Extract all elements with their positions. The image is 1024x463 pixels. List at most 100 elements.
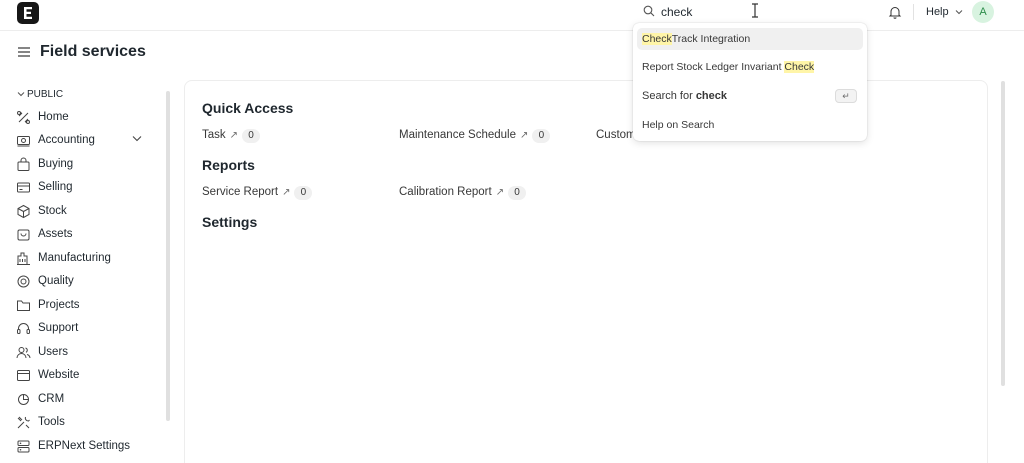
erpnext-logo-icon xyxy=(24,7,32,19)
report-label: Service Report xyxy=(202,186,279,198)
sidebar-section-public[interactable]: PUBLIC xyxy=(17,89,63,100)
sidebar-item-label: Accounting xyxy=(38,134,95,146)
count-badge: 0 xyxy=(242,129,261,143)
sidebar-item-erpnext-settings[interactable]: ERPNext Settings xyxy=(16,438,150,456)
sidebar-item-label: Manufacturing xyxy=(38,252,111,264)
tools-icon xyxy=(17,416,30,429)
sidebar-item-selling[interactable]: Selling xyxy=(16,179,150,197)
sidebar-item-crm[interactable]: CRM xyxy=(16,391,150,409)
report-calibration-report[interactable]: Calibration Report ↗ 0 xyxy=(399,186,527,202)
help-label: Help xyxy=(926,6,949,18)
count-badge: 0 xyxy=(532,129,551,143)
count-badge: 0 xyxy=(294,186,313,200)
home-icon xyxy=(17,111,30,124)
arrow-up-right-icon: ↗ xyxy=(282,187,291,198)
support-icon xyxy=(17,323,30,334)
search-result-text: Report Stock Ledger Invariant xyxy=(642,61,785,73)
help-on-search-item[interactable]: Help on Search xyxy=(637,114,863,136)
users-icon xyxy=(16,347,31,359)
crm-icon xyxy=(18,393,30,405)
chevron-down-icon xyxy=(955,10,963,15)
arrow-up-right-icon: ↗ xyxy=(520,130,529,141)
sidebar-item-label: Website xyxy=(38,369,80,381)
notification-bell-icon[interactable] xyxy=(888,5,902,19)
sidebar-item-label: Buying xyxy=(38,158,74,170)
settings-title: Settings xyxy=(202,214,258,230)
sidebar-item-label: CRM xyxy=(38,393,65,405)
count-badge: 0 xyxy=(508,186,527,200)
search-result-checktrack-integration[interactable]: CheckTrack Integration xyxy=(637,28,863,50)
search-icon xyxy=(643,5,655,17)
sidebar-item-tools[interactable]: Tools xyxy=(16,414,150,432)
navbar-divider xyxy=(913,4,914,20)
page-title: Field services xyxy=(40,43,146,60)
sidebar-item-projects[interactable]: Projects xyxy=(16,297,150,315)
manufacturing-icon xyxy=(17,252,30,265)
workspace-card: Quick Access Task ↗ 0 Maintenance Schedule… xyxy=(184,80,988,463)
sidebar-item-accounting[interactable]: Accounting xyxy=(16,132,150,150)
assets-icon xyxy=(17,229,30,241)
help-on-search-label: Help on Search xyxy=(642,119,715,131)
search-for-prefix: Search for xyxy=(642,90,696,102)
sidebar-item-label: Tools xyxy=(38,416,65,428)
search-result-text: Track Integration xyxy=(671,33,751,45)
sidebar-item-label: Home xyxy=(38,111,69,123)
sidebar-item-stock[interactable]: Stock xyxy=(16,203,150,221)
shortcut-maintenance-schedule[interactable]: Maintenance Schedule ↗ 0 xyxy=(399,129,551,145)
sidebar-item-label: Users xyxy=(38,346,69,358)
shortcut-label: Task xyxy=(202,129,226,141)
sidebar-item-label: Assets xyxy=(38,228,73,240)
sidebar-item-label: Quality xyxy=(38,275,74,287)
sidebar-item-label: Projects xyxy=(38,299,80,311)
report-service-report[interactable]: Service Report ↗ 0 xyxy=(202,186,313,202)
awesomebar[interactable] xyxy=(633,0,867,24)
quality-icon xyxy=(17,275,30,288)
search-results-dropdown: CheckTrack Integration Report Stock Ledg… xyxy=(633,23,867,141)
main-scrollbar[interactable] xyxy=(1001,81,1005,386)
help-dropdown[interactable]: Help xyxy=(926,6,963,18)
sidebar-item-website[interactable]: Website xyxy=(16,367,150,385)
shortcut-custom[interactable]: Custom xyxy=(596,129,636,145)
accounting-icon xyxy=(17,136,30,147)
sidebar-item-manufacturing[interactable]: Manufacturing xyxy=(16,250,150,268)
reports-title: Reports xyxy=(202,157,255,173)
search-match-highlight: Check xyxy=(784,61,815,73)
navbar: Help A xyxy=(0,0,1024,31)
app-logo[interactable] xyxy=(17,2,39,24)
sidebar-item-users[interactable]: Users xyxy=(16,344,150,362)
sidebar-item-home[interactable]: Home xyxy=(16,109,150,127)
shortcut-task[interactable]: Task ↗ 0 xyxy=(202,129,261,145)
text-cursor-icon xyxy=(752,3,758,18)
user-avatar[interactable]: A xyxy=(972,1,994,23)
sidebar-item-label: ERPNext Settings xyxy=(38,440,131,452)
enter-key-icon: ↵ xyxy=(835,89,857,103)
sidebar-item-quality[interactable]: Quality xyxy=(16,273,150,291)
projects-icon xyxy=(17,300,30,311)
selling-icon xyxy=(17,182,30,193)
sidebar-item-label: Support xyxy=(38,322,79,334)
shortcut-label: Custom xyxy=(596,129,636,141)
website-icon xyxy=(17,370,30,381)
sidebar-item-assets[interactable]: Assets xyxy=(16,226,150,244)
sidebar-scrollbar[interactable] xyxy=(166,91,170,421)
arrow-up-right-icon: ↗ xyxy=(229,130,239,141)
search-result-stock-ledger-check[interactable]: Report Stock Ledger Invariant Check xyxy=(637,56,863,78)
sidebar-item-label: Selling xyxy=(38,181,73,193)
chevron-down-icon xyxy=(17,92,25,97)
arrow-up-right-icon: ↗ xyxy=(495,187,505,198)
quick-access-title: Quick Access xyxy=(202,100,294,116)
sidebar-item-support[interactable]: Support xyxy=(16,320,150,338)
settings-icon xyxy=(17,440,30,453)
sidebar-toggle-icon[interactable] xyxy=(18,47,30,57)
search-for-term: check xyxy=(695,90,728,102)
sidebar-item-buying[interactable]: Buying xyxy=(16,156,150,174)
shortcut-label: Maintenance Schedule xyxy=(399,129,516,141)
chevron-down-icon[interactable] xyxy=(132,135,142,142)
stock-icon xyxy=(17,204,30,219)
report-label: Calibration Report xyxy=(399,186,492,198)
search-match-highlight: Check xyxy=(642,33,672,45)
search-for-item[interactable]: Search for check ↵ xyxy=(637,85,863,107)
buying-icon xyxy=(17,157,30,171)
sidebar-section-label: PUBLIC xyxy=(27,89,64,100)
sidebar-item-label: Stock xyxy=(38,205,67,217)
